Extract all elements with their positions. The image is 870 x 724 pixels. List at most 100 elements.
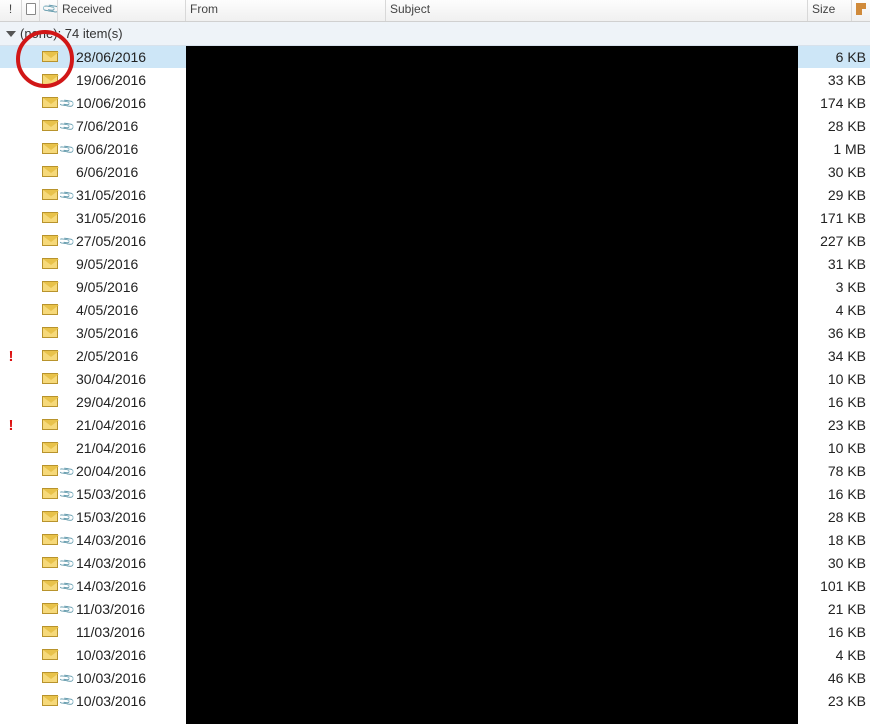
envelope-cell — [40, 118, 60, 134]
attachment-cell: 📎 — [60, 464, 74, 478]
group-header[interactable]: (none): 74 item(s) — [0, 22, 870, 46]
attachment-cell: 📎 — [60, 694, 74, 708]
attachment-cell: 📎 — [60, 96, 74, 110]
page-icon — [26, 3, 36, 15]
size-cell: 16 KB — [810, 486, 870, 502]
envelope-cell — [40, 49, 60, 65]
envelope-icon — [42, 51, 58, 62]
envelope-icon — [42, 649, 58, 660]
paperclip-icon: 📎 — [60, 142, 74, 156]
column-header-from[interactable]: From — [186, 0, 386, 21]
collapse-arrow-icon — [6, 31, 16, 37]
envelope-cell — [40, 509, 60, 525]
size-cell: 33 KB — [810, 72, 870, 88]
size-cell: 16 KB — [810, 394, 870, 410]
size-cell: 10 KB — [810, 371, 870, 387]
received-cell: 6/06/2016 — [74, 164, 186, 180]
envelope-cell — [40, 463, 60, 479]
received-cell: 7/06/2016 — [74, 118, 186, 134]
column-header-row: ! 📎 Received From Subject Size — [0, 0, 870, 22]
envelope-icon — [42, 304, 58, 315]
envelope-icon — [42, 396, 58, 407]
column-header-attachment[interactable]: 📎 — [40, 0, 58, 21]
received-cell: 27/05/2016 — [74, 233, 186, 249]
envelope-cell — [40, 302, 60, 318]
envelope-icon — [42, 120, 58, 131]
paperclip-icon: 📎 — [60, 188, 74, 202]
size-cell: 34 KB — [810, 348, 870, 364]
envelope-cell — [40, 532, 60, 548]
envelope-cell — [40, 486, 60, 502]
importance-cell: ! — [0, 417, 22, 434]
envelope-icon — [42, 488, 58, 499]
received-cell: 14/03/2016 — [74, 555, 186, 571]
paperclip-icon: 📎 — [60, 579, 74, 593]
envelope-icon — [42, 603, 58, 614]
flag-icon — [856, 3, 866, 15]
envelope-cell — [40, 279, 60, 295]
paperclip-icon: 📎 — [60, 510, 74, 524]
envelope-cell — [40, 693, 60, 709]
size-cell: 78 KB — [810, 463, 870, 479]
column-header-flag[interactable] — [852, 0, 868, 21]
size-cell: 1 MB — [810, 141, 870, 157]
envelope-icon — [42, 672, 58, 683]
envelope-cell — [40, 141, 60, 157]
attachment-cell: 📎 — [60, 510, 74, 524]
received-cell: 15/03/2016 — [74, 486, 186, 502]
envelope-cell — [40, 164, 60, 180]
envelope-icon — [42, 281, 58, 292]
received-cell: 29/04/2016 — [74, 394, 186, 410]
size-cell: 18 KB — [810, 532, 870, 548]
paperclip-icon: 📎 — [60, 96, 74, 110]
received-cell: 21/04/2016 — [74, 417, 186, 433]
received-cell: 10/06/2016 — [74, 95, 186, 111]
size-cell: 30 KB — [810, 164, 870, 180]
attachment-cell: 📎 — [60, 487, 74, 501]
attachment-cell: 📎 — [60, 234, 74, 248]
column-header-importance[interactable]: ! — [0, 0, 22, 21]
paperclip-icon: 📎 — [60, 487, 74, 501]
attachment-cell: 📎 — [60, 533, 74, 547]
envelope-icon — [42, 189, 58, 200]
received-cell: 21/04/2016 — [74, 440, 186, 456]
paperclip-icon: 📎 — [60, 119, 74, 133]
envelope-cell — [40, 555, 60, 571]
size-cell: 101 KB — [810, 578, 870, 594]
envelope-icon — [42, 350, 58, 361]
received-cell: 11/03/2016 — [74, 624, 186, 640]
envelope-cell — [40, 624, 60, 640]
envelope-icon — [42, 465, 58, 476]
column-header-received[interactable]: Received — [58, 0, 186, 21]
received-cell: 9/05/2016 — [74, 256, 186, 272]
size-cell: 6 KB — [810, 49, 870, 65]
attachment-cell: 📎 — [60, 556, 74, 570]
envelope-icon — [42, 212, 58, 223]
attachment-cell: 📎 — [60, 602, 74, 616]
received-cell: 15/03/2016 — [74, 509, 186, 525]
envelope-icon — [42, 534, 58, 545]
paperclip-icon: 📎 — [60, 602, 74, 616]
column-header-size[interactable]: Size — [808, 0, 852, 21]
size-cell: 23 KB — [810, 693, 870, 709]
envelope-icon — [42, 626, 58, 637]
column-header-itemtype[interactable] — [22, 0, 40, 21]
envelope-icon — [42, 557, 58, 568]
attachment-cell: 📎 — [60, 188, 74, 202]
envelope-cell — [40, 95, 60, 111]
envelope-icon — [42, 511, 58, 522]
paperclip-icon: 📎 — [60, 464, 74, 478]
attachment-cell: 📎 — [60, 142, 74, 156]
received-cell: 14/03/2016 — [74, 532, 186, 548]
size-cell: 46 KB — [810, 670, 870, 686]
envelope-cell — [40, 670, 60, 686]
envelope-icon — [42, 695, 58, 706]
envelope-icon — [42, 143, 58, 154]
attachment-cell: 📎 — [60, 579, 74, 593]
column-header-subject[interactable]: Subject — [386, 0, 808, 21]
envelope-cell — [40, 72, 60, 88]
envelope-cell — [40, 647, 60, 663]
size-cell: 4 KB — [810, 647, 870, 663]
received-cell: 2/05/2016 — [74, 348, 186, 364]
envelope-icon — [42, 74, 58, 85]
